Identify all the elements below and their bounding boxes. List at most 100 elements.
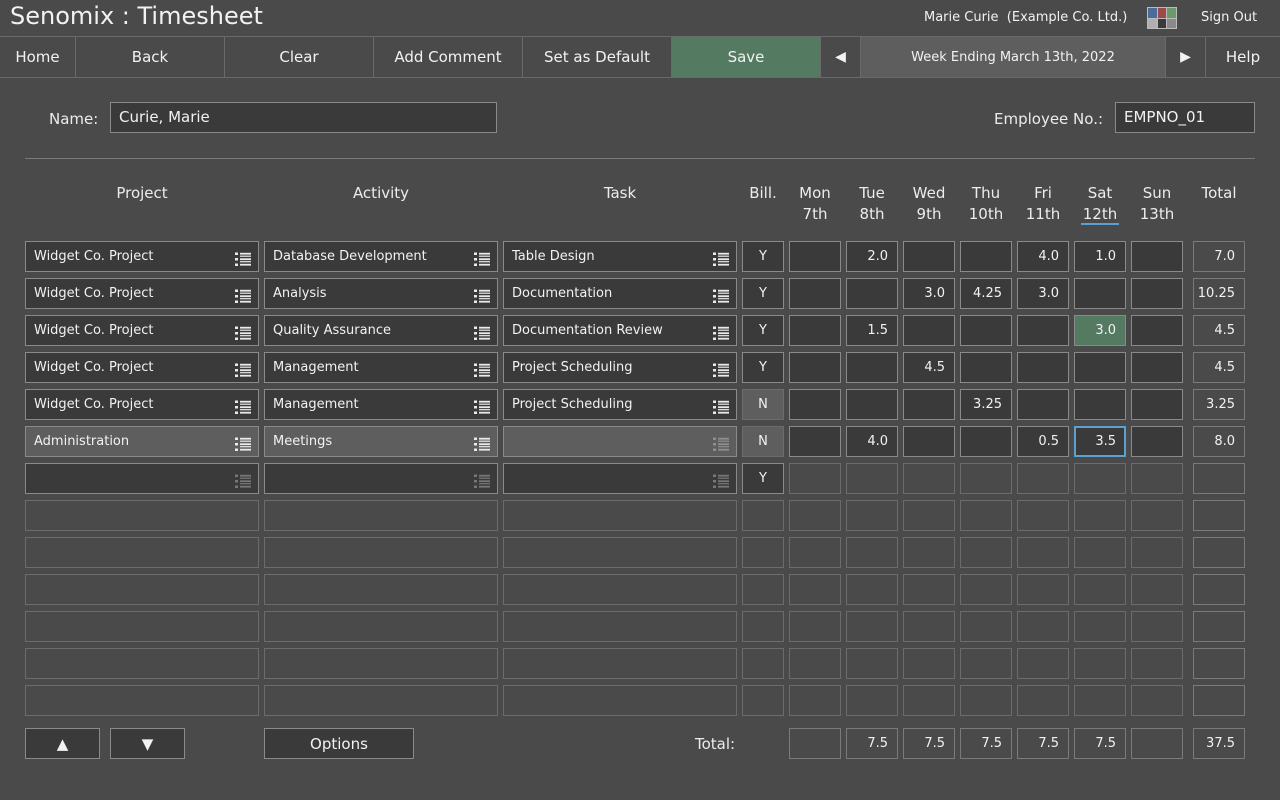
empty-activity-cell[interactable] [264, 537, 498, 568]
hours-input-tue[interactable]: 2.0 [846, 241, 898, 272]
hours-input-sat[interactable]: 1.0 [1074, 241, 1126, 272]
list-picker-icon[interactable] [474, 471, 490, 488]
empty-project-cell[interactable] [25, 537, 259, 568]
hours-input-fri[interactable] [1017, 389, 1069, 420]
list-picker-icon[interactable] [474, 434, 490, 451]
billable-toggle[interactable]: N [742, 426, 784, 457]
empty-activity-cell[interactable] [264, 574, 498, 605]
billable-toggle[interactable]: Y [742, 278, 784, 309]
empty-hours-cell[interactable] [1074, 574, 1126, 605]
empty-hours-cell[interactable] [960, 611, 1012, 642]
list-picker-icon[interactable] [235, 249, 251, 266]
empty-hours-cell[interactable] [1131, 537, 1183, 568]
empty-hours-cell[interactable] [960, 574, 1012, 605]
row-activity-field[interactable]: Quality Assurance [264, 315, 498, 346]
empty-billable-cell[interactable] [742, 611, 784, 642]
empty-project-cell[interactable] [25, 685, 259, 716]
empty-hours-cell[interactable] [789, 537, 841, 568]
empty-hours-cell[interactable] [1131, 574, 1183, 605]
empty-hours-cell[interactable] [1131, 685, 1183, 716]
empty-hours-cell[interactable] [1017, 500, 1069, 531]
hours-input-sat[interactable] [1074, 463, 1126, 494]
row-task-field[interactable]: Documentation Review [503, 315, 737, 346]
empty-activity-cell[interactable] [264, 500, 498, 531]
empty-task-cell[interactable] [503, 685, 737, 716]
hours-input-sun[interactable] [1131, 426, 1183, 457]
empty-hours-cell[interactable] [1017, 574, 1069, 605]
hours-input-mon[interactable] [789, 278, 841, 309]
empty-activity-cell[interactable] [264, 648, 498, 679]
empty-hours-cell[interactable] [960, 500, 1012, 531]
list-picker-icon[interactable] [713, 286, 729, 303]
back-button[interactable]: Back [76, 37, 225, 77]
home-button[interactable]: Home [0, 37, 76, 77]
empty-billable-cell[interactable] [742, 537, 784, 568]
billable-toggle[interactable]: N [742, 389, 784, 420]
empty-hours-cell[interactable] [903, 611, 955, 642]
empty-hours-cell[interactable] [1074, 611, 1126, 642]
empty-hours-cell[interactable] [1131, 648, 1183, 679]
list-picker-icon[interactable] [474, 286, 490, 303]
row-project-field[interactable]: Administration [25, 426, 259, 457]
empty-hours-cell[interactable] [1017, 648, 1069, 679]
list-picker-icon[interactable] [474, 360, 490, 377]
hours-input-sat[interactable]: 3.0 [1074, 315, 1126, 346]
empty-hours-cell[interactable] [846, 537, 898, 568]
empty-hours-cell[interactable] [1131, 500, 1183, 531]
empty-hours-cell[interactable] [1074, 537, 1126, 568]
hours-input-tue[interactable] [846, 352, 898, 383]
empty-hours-cell[interactable] [960, 685, 1012, 716]
empty-task-cell[interactable] [503, 611, 737, 642]
hours-input-sat[interactable]: 3.5 [1074, 426, 1126, 457]
hours-input-fri[interactable]: 3.0 [1017, 278, 1069, 309]
empty-billable-cell[interactable] [742, 648, 784, 679]
previous-week-button[interactable]: ◀ [821, 37, 861, 77]
hours-input-sat[interactable] [1074, 352, 1126, 383]
list-picker-icon[interactable] [713, 323, 729, 340]
list-picker-icon[interactable] [235, 471, 251, 488]
row-activity-field[interactable] [264, 463, 498, 494]
empty-hours-cell[interactable] [1017, 611, 1069, 642]
empty-hours-cell[interactable] [846, 648, 898, 679]
row-project-field[interactable]: Widget Co. Project [25, 389, 259, 420]
list-picker-icon[interactable] [713, 249, 729, 266]
hours-input-wed[interactable] [903, 241, 955, 272]
move-row-down-button[interactable]: ▼ [110, 728, 185, 759]
empty-activity-cell[interactable] [264, 685, 498, 716]
add-comment-button[interactable]: Add Comment [374, 37, 523, 77]
hours-input-mon[interactable] [789, 426, 841, 457]
row-task-field[interactable]: Documentation [503, 278, 737, 309]
empty-task-cell[interactable] [503, 648, 737, 679]
list-picker-icon[interactable] [235, 323, 251, 340]
empty-billable-cell[interactable] [742, 574, 784, 605]
row-task-field[interactable]: Project Scheduling [503, 389, 737, 420]
row-project-field[interactable]: Widget Co. Project [25, 315, 259, 346]
empty-hours-cell[interactable] [846, 574, 898, 605]
hours-input-fri[interactable]: 4.0 [1017, 241, 1069, 272]
clear-button[interactable]: Clear [225, 37, 374, 77]
list-picker-icon[interactable] [474, 249, 490, 266]
empty-hours-cell[interactable] [1131, 611, 1183, 642]
empty-hours-cell[interactable] [903, 648, 955, 679]
empty-project-cell[interactable] [25, 574, 259, 605]
color-palette-icon[interactable] [1147, 7, 1177, 29]
billable-toggle[interactable]: Y [742, 463, 784, 494]
empty-hours-cell[interactable] [960, 648, 1012, 679]
hours-input-tue[interactable] [846, 278, 898, 309]
row-activity-field[interactable]: Management [264, 389, 498, 420]
empty-hours-cell[interactable] [789, 574, 841, 605]
empty-hours-cell[interactable] [1074, 500, 1126, 531]
hours-input-wed[interactable] [903, 426, 955, 457]
hours-input-sun[interactable] [1131, 463, 1183, 494]
hours-input-sun[interactable] [1131, 315, 1183, 346]
empty-project-cell[interactable] [25, 500, 259, 531]
empty-task-cell[interactable] [503, 500, 737, 531]
hours-input-tue[interactable] [846, 389, 898, 420]
row-project-field[interactable]: Widget Co. Project [25, 241, 259, 272]
hours-input-wed[interactable]: 3.0 [903, 278, 955, 309]
empty-hours-cell[interactable] [789, 685, 841, 716]
billable-toggle[interactable]: Y [742, 352, 784, 383]
hours-input-fri[interactable] [1017, 463, 1069, 494]
row-project-field[interactable]: Widget Co. Project [25, 278, 259, 309]
empty-hours-cell[interactable] [789, 648, 841, 679]
